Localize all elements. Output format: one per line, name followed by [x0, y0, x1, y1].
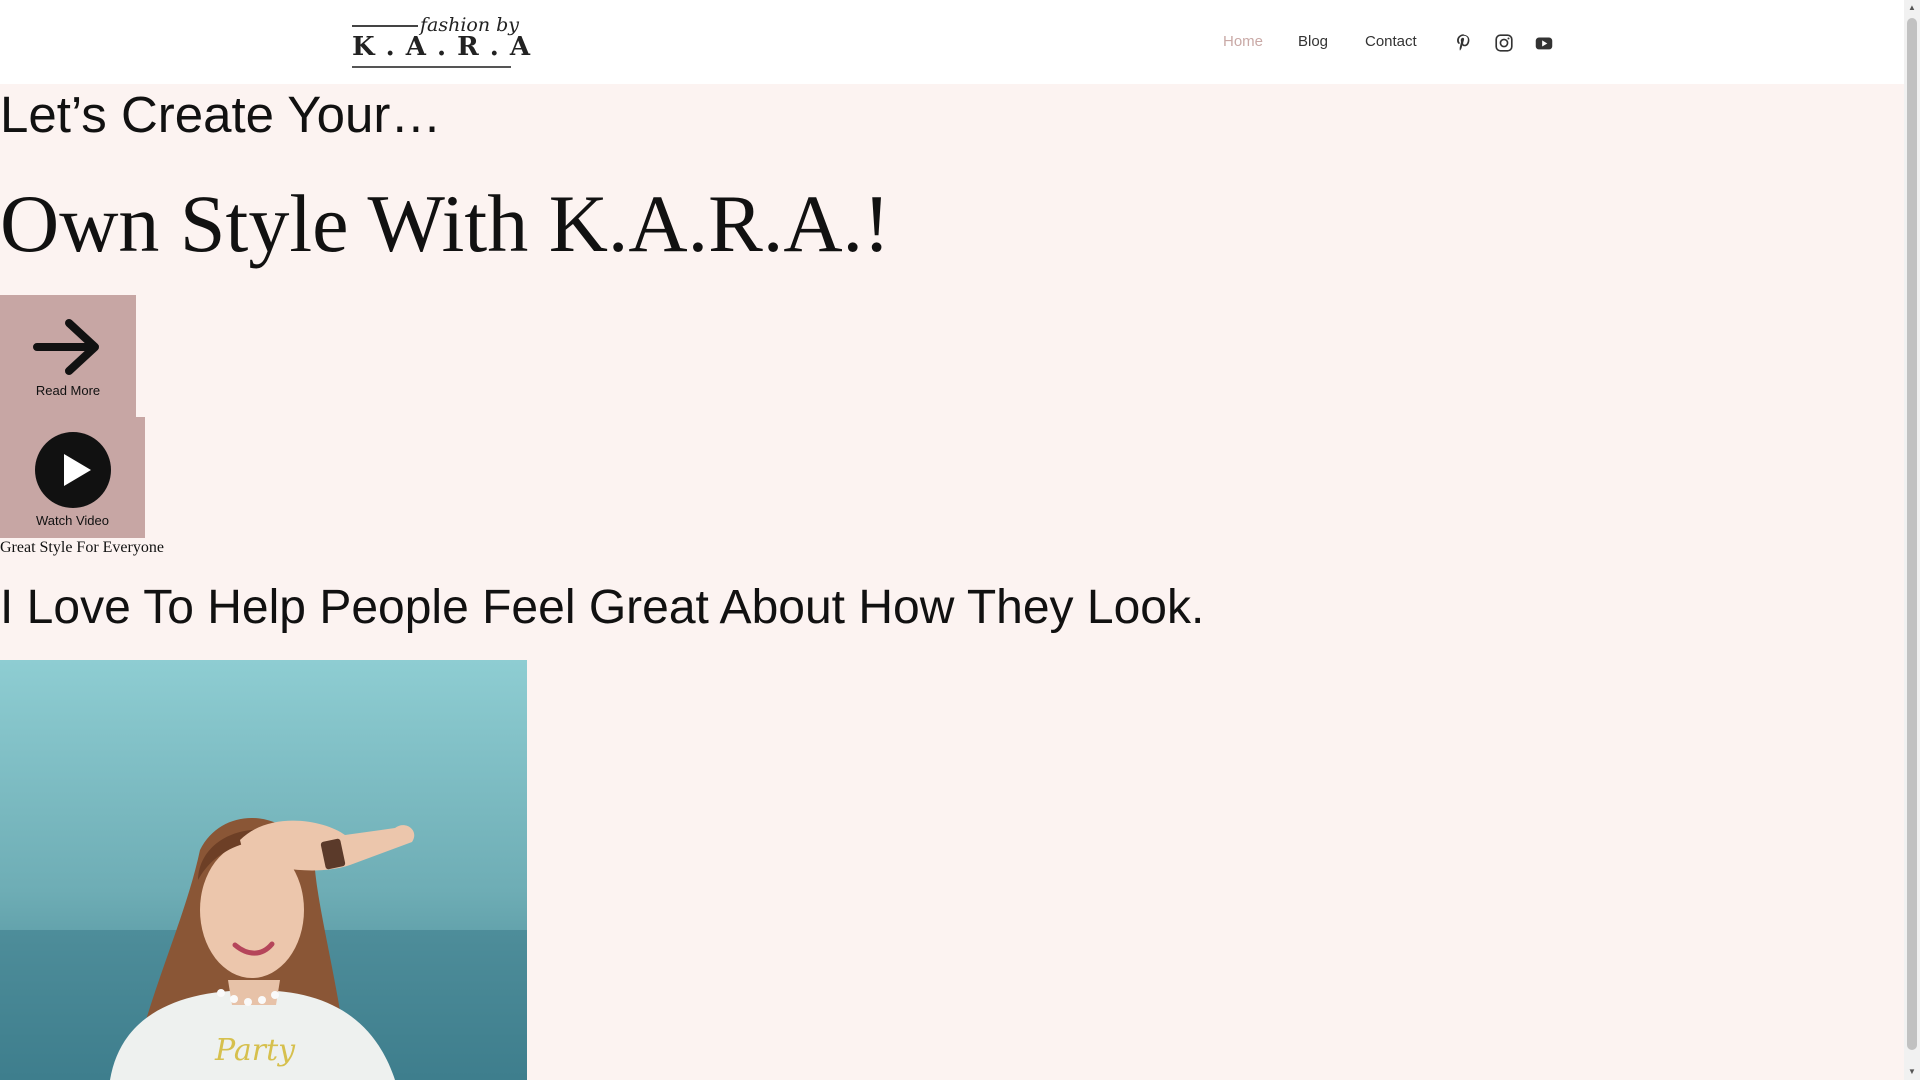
youtube-icon[interactable] [1533, 32, 1555, 54]
shirt-print-text: Party [214, 1033, 296, 1068]
tagline: Great Style For Everyone [0, 539, 164, 556]
nav-home[interactable]: Home [1223, 33, 1263, 50]
logo[interactable]: fashion by K . A . R . A [352, 14, 530, 70]
page-scrollbar[interactable]: ▲ ▼ [1904, 0, 1920, 1080]
site-header: fashion by K . A . R . A Home Blog Conta… [0, 0, 1904, 84]
hero-headline: Own Style With K.A.R.A.! [0, 178, 891, 269]
read-more-button[interactable]: Read More [0, 295, 136, 418]
hero-intro-heading: Let’s Create Your… [0, 86, 442, 143]
nav-contact[interactable]: Contact [1365, 33, 1417, 50]
nav-blog[interactable]: Blog [1298, 33, 1328, 50]
instagram-icon[interactable] [1493, 32, 1515, 54]
play-icon [34, 432, 111, 508]
scrollbar-thumb[interactable] [1907, 18, 1917, 1050]
pinterest-icon[interactable] [1453, 32, 1475, 54]
watch-video-button[interactable]: Watch Video [0, 417, 145, 538]
read-more-label: Read More [35, 383, 101, 398]
watch-video-label: Watch Video [36, 513, 109, 528]
logo-rule [352, 25, 418, 27]
scroll-down-icon[interactable]: ▼ [1904, 1064, 1920, 1080]
woman-photo: Party [0, 660, 527, 1080]
logo-underline [352, 66, 511, 68]
about-headline: I Love To Help People Feel Great About H… [0, 581, 1205, 634]
scroll-up-icon[interactable]: ▲ [1904, 0, 1920, 16]
arrow-right-icon [33, 319, 99, 375]
logo-main-text: K . A . R . A [352, 32, 532, 62]
